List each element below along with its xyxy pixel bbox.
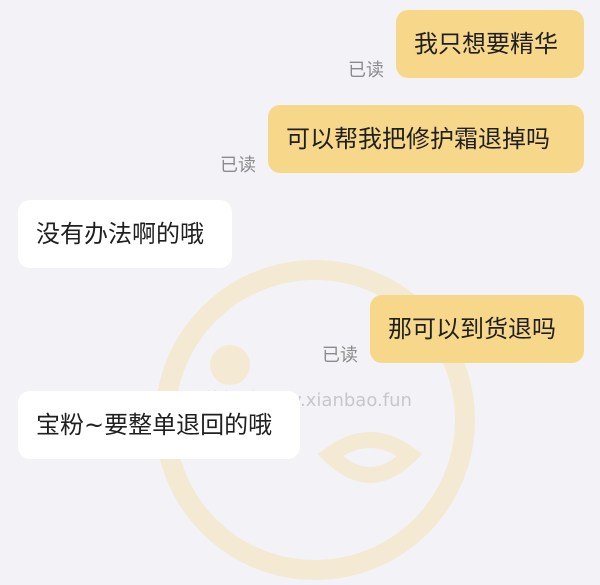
read-status: 已读 xyxy=(220,155,256,176)
message-bubble-incoming[interactable]: 没有办法啊的哦 xyxy=(18,200,232,268)
message-bubble-outgoing[interactable]: 可以帮我把修护霜退掉吗 xyxy=(268,105,584,173)
read-status: 已读 xyxy=(348,60,384,81)
message-bubble-incoming[interactable]: 宝粉~要整单退回的哦 xyxy=(18,391,300,459)
read-status: 已读 xyxy=(322,345,358,366)
chat-thread: 已读 我只想要精华 已读 可以帮我把修护霜退掉吗 没有办法啊的哦 已读 那可以到… xyxy=(0,0,600,580)
message-bubble-outgoing[interactable]: 我只想要精华 xyxy=(396,10,584,78)
message-bubble-outgoing[interactable]: 那可以到货退吗 xyxy=(370,295,584,363)
